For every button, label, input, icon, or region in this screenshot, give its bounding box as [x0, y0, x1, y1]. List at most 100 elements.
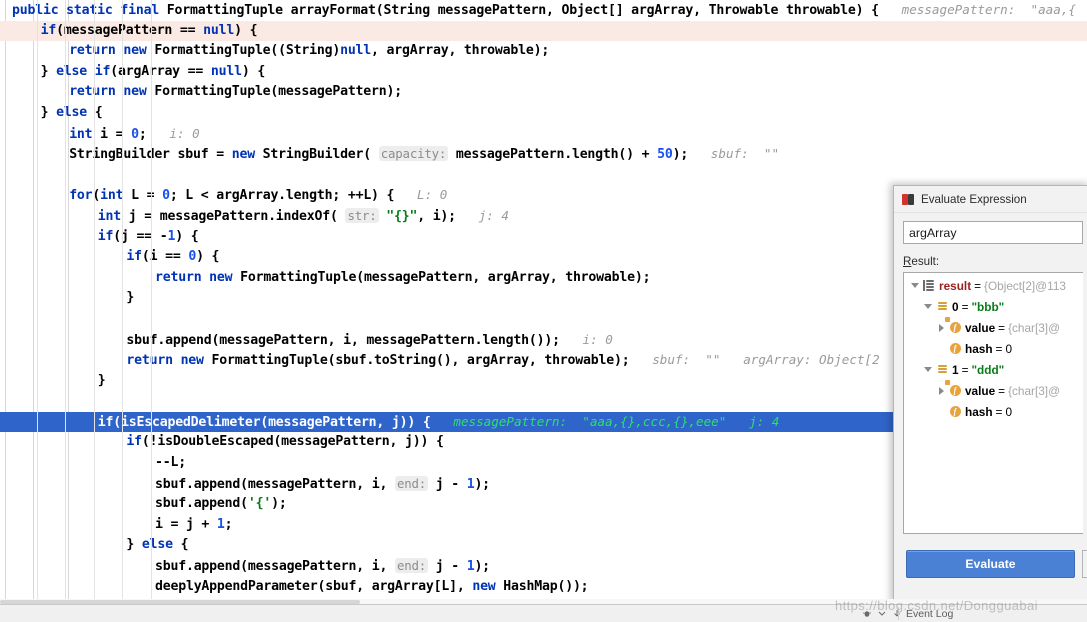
expression-input[interactable] [903, 221, 1083, 244]
evaluate-button[interactable]: Evaluate [906, 550, 1075, 578]
bug-icon[interactable] [862, 608, 872, 618]
code-token: sbuf.append(messagePattern, i, [155, 476, 395, 492]
code-token: FormattingTuple(messagePattern, argArray… [240, 269, 651, 285]
tree-expand-icon[interactable] [934, 323, 948, 332]
code-token: ) { [234, 22, 258, 38]
code-token: int [69, 126, 93, 142]
code-token: if [97, 228, 114, 244]
tree-node[interactable]: 0 = "bbb" [904, 296, 1083, 317]
code-token: StringBuilder( [254, 147, 379, 163]
code-token: (!isDoubleEscaped(messagePattern, j)) { [141, 434, 444, 450]
code-token: i = j + [155, 516, 217, 532]
statusbar-icons[interactable] [862, 608, 902, 618]
code-token: public static final [12, 3, 167, 18]
code-line[interactable]: StringBuilder sbuf = new StringBuilder( … [0, 144, 1087, 165]
result-tree[interactable]: result = {Object[2]@113 0 = "bbb" f value = {char… [903, 272, 1083, 534]
code-token: if [126, 434, 142, 450]
indent-guide [93, 0, 95, 605]
code-token: else [141, 537, 173, 553]
event-log-tab[interactable]: Event Log [898, 607, 953, 620]
tree-node-value: 0 [1005, 341, 1012, 356]
code-token: sbuf.append(messagePattern, i, messagePa… [126, 332, 560, 348]
code-token: end: [394, 558, 428, 574]
inline-debug-hint: messagePattern: "aaa,{ [878, 2, 1076, 17]
tree-node-equals: = [998, 320, 1006, 335]
code-line[interactable]: return new FormattingTuple(messagePatter… [0, 82, 1087, 103]
tree-node-equals: = [995, 404, 1003, 419]
code-line[interactable]: } else if(argArray == null) { [0, 62, 1087, 83]
code-token: 0 [162, 188, 170, 204]
code-token: j - [427, 476, 467, 492]
tree-node[interactable]: result = {Object[2]@113 [904, 275, 1083, 296]
tree-node-name: value [965, 383, 996, 398]
code-line[interactable] [0, 165, 1087, 186]
code-token: 1 [216, 516, 225, 532]
code-token: 0 [131, 126, 139, 142]
code-token: ; [138, 126, 147, 142]
code-token: if [97, 414, 114, 430]
tree-node[interactable]: 1 = "ddd" [904, 359, 1083, 380]
array-icon [935, 364, 949, 375]
code-token: new [472, 578, 496, 594]
code-token: FormattingTuple(messagePattern); [154, 84, 402, 100]
code-token: ; L < argArray.length; ++L) { [169, 188, 395, 204]
code-line[interactable]: int i = 0; i: 0 [0, 124, 1087, 145]
tree-node-value: {char[3]@ [1008, 320, 1061, 335]
code-token: (argArray == [110, 63, 211, 79]
tree-node-name: 1 [952, 362, 959, 377]
inline-debug-hint: messagePattern: "aaa,{},ccc,{},eee" j: 4 [430, 413, 780, 429]
code-token: return new [126, 353, 212, 369]
chevron-down-icon[interactable] [877, 608, 887, 618]
result-label: Result: [903, 255, 940, 268]
code-token: sbuf.append( [155, 496, 248, 512]
tree-collapse-icon[interactable] [908, 283, 922, 288]
code-token: } [97, 372, 106, 388]
field-icon: f [948, 406, 962, 417]
dialog-secondary-button[interactable] [1082, 550, 1087, 578]
field-final-icon: f [948, 385, 962, 396]
indent-guide [65, 0, 67, 605]
inline-debug-hint: sbuf: "" [688, 146, 780, 162]
inline-debug-hint: L: 0 [394, 187, 448, 203]
tree-node[interactable]: f hash = 0 [904, 338, 1083, 359]
code-line[interactable]: if(messagePattern == null) { [0, 20, 1087, 42]
code-token: ) { [196, 249, 220, 265]
tree-node[interactable]: f hash = 0 [904, 401, 1083, 422]
evaluate-expression-dialog[interactable]: Evaluate Expression Result: result={Obje… [893, 185, 1087, 605]
tree-node-name: result [939, 278, 972, 293]
tree-node-name: value [965, 320, 996, 335]
tree-node[interactable]: f value = {char[3]@ [904, 317, 1083, 338]
tree-collapse-icon[interactable] [921, 367, 935, 372]
tree-expand-icon[interactable] [934, 386, 948, 395]
indent-guide [151, 0, 152, 605]
code-token: null [210, 63, 242, 79]
array-result-icon [922, 280, 936, 291]
tree-node-equals: = [974, 278, 982, 293]
code-line[interactable]: public static final FormattingTuple arra… [0, 0, 1087, 21]
code-token: L = [123, 188, 163, 204]
code-token: null [203, 22, 235, 38]
code-token: deeplyAppendParameter(sbuf, argArray[L], [155, 578, 473, 594]
code-token: return new [69, 84, 155, 100]
code-token: 0 [188, 249, 197, 265]
code-token: (isEscapedDelimeter(messagePattern, j)) … [113, 414, 431, 430]
code-line[interactable]: return new FormattingTuple((String)null,… [0, 41, 1087, 62]
tree-node-name: hash [965, 404, 993, 419]
code-token: FormattingTuple arrayFormat( [166, 3, 384, 18]
tree-node-equals: = [995, 341, 1003, 356]
tree-node-equals: = [961, 299, 969, 314]
tree-node[interactable]: f value = {char[3]@ [904, 380, 1083, 401]
tree-node-equals: = [998, 383, 1006, 398]
tree-collapse-icon[interactable] [921, 304, 935, 309]
code-token: (i == [141, 249, 189, 265]
code-token: (messagePattern == [56, 22, 204, 38]
code-token: --L; [155, 455, 186, 471]
code-line[interactable]: } else { [0, 103, 1087, 124]
array-icon [935, 301, 949, 312]
code-token: return new [69, 43, 155, 59]
code-token: "{}" [378, 208, 418, 224]
code-token: FormattingTuple(sbuf.toString(), argArra… [211, 353, 630, 369]
code-token: , i); [417, 208, 456, 224]
tree-node-value: 0 [1005, 404, 1012, 419]
code-token: int [97, 208, 122, 224]
